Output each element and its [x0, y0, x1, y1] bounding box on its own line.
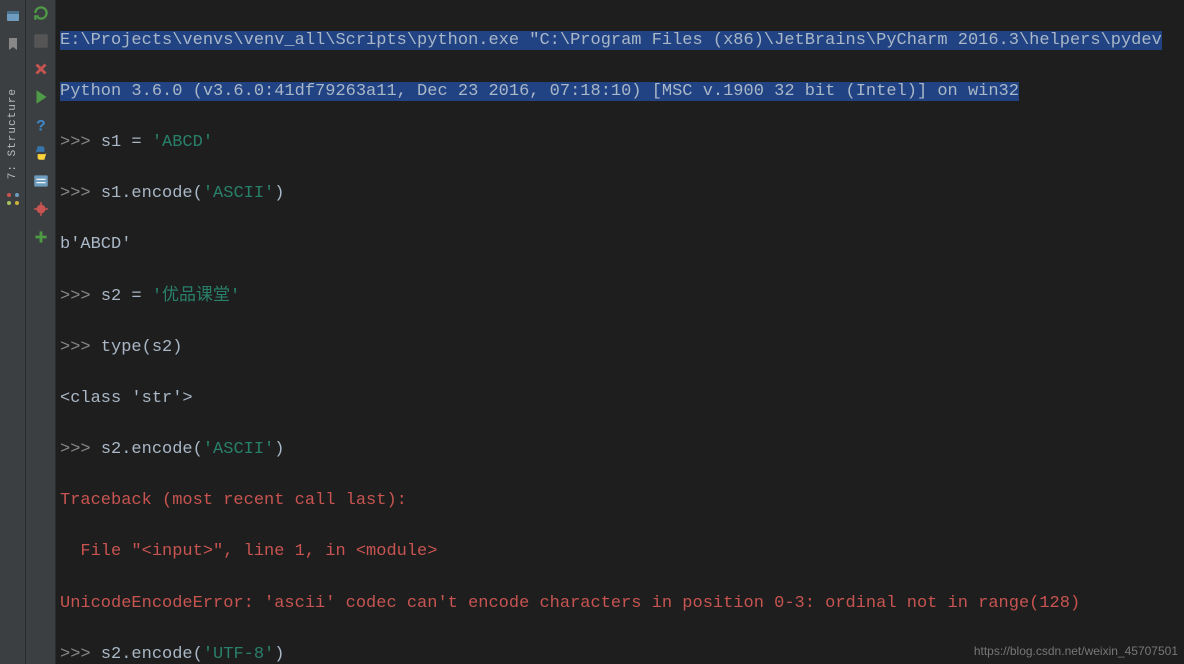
traceback-line: Traceback (most recent call last):: [60, 491, 407, 510]
add-icon[interactable]: [32, 228, 50, 246]
console-header-path: E:\Projects\venvs\venv_all\Scripts\pytho…: [60, 31, 1162, 50]
traceback-file: File "<input>", line 1, in <module>: [60, 542, 437, 561]
unicode-error: UnicodeEncodeError: 'ascii' codec can't …: [60, 594, 1080, 613]
output-class-str: <class 'str'>: [60, 389, 193, 408]
project-icon[interactable]: [5, 8, 21, 24]
history-icon[interactable]: [32, 172, 50, 190]
help-icon[interactable]: ?: [32, 116, 50, 134]
debug-icon[interactable]: [32, 200, 50, 218]
tab-square-icon[interactable]: [32, 32, 50, 50]
left-gutter: 7: Structure: [0, 0, 26, 664]
tool-sidebar: ?: [26, 0, 56, 664]
structure-icon[interactable]: [5, 191, 21, 207]
stop-icon[interactable]: [32, 60, 50, 78]
watermark: https://blog.csdn.net/weixin_45707501: [974, 644, 1178, 658]
svg-text:?: ?: [36, 118, 45, 134]
run-icon[interactable]: [32, 88, 50, 106]
console-header-version: Python 3.6.0 (v3.6.0:41df79263a11, Dec 2…: [60, 82, 1019, 101]
bookmark-icon[interactable]: [5, 36, 21, 52]
python-console[interactable]: E:\Projects\venvs\venv_all\Scripts\pytho…: [56, 0, 1184, 664]
prompt: >>>: [60, 133, 101, 152]
rerun-icon[interactable]: [32, 4, 50, 22]
python-logo-icon[interactable]: [32, 144, 50, 162]
structure-tab-label[interactable]: 7: Structure: [7, 88, 19, 179]
output-bytes-abcd: b'ABCD': [60, 235, 131, 254]
